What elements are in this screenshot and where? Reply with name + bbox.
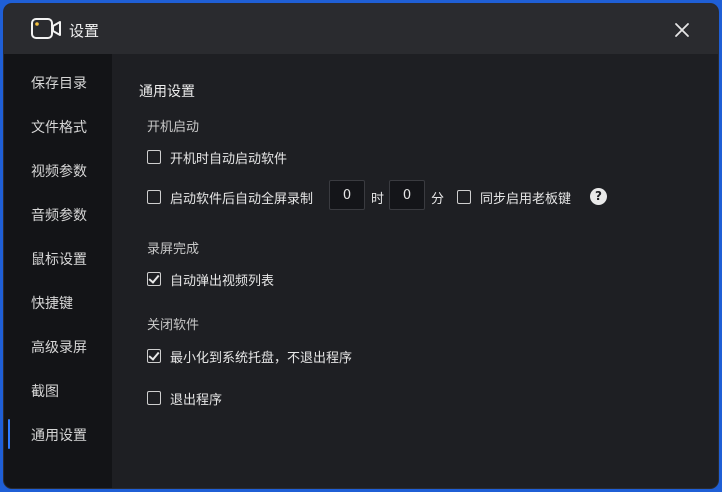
minutes-unit: 分 <box>431 192 445 207</box>
title-bar: 设置 <box>4 4 718 54</box>
autostart-label[interactable]: 开机时自动启动软件 <box>170 148 287 167</box>
help-icon[interactable]: ? <box>590 188 607 205</box>
sidebar-item-label: 快捷键 <box>31 296 73 312</box>
page-title: 通用设置 <box>139 84 195 100</box>
popup-list-checkbox[interactable] <box>147 272 161 286</box>
sidebar-item-label: 保存目录 <box>31 76 87 92</box>
sidebar-item-label: 高级录屏 <box>31 340 87 356</box>
sidebar-item-label: 文件格式 <box>31 120 87 136</box>
fullscreen-record-row: 启动软件后自动全屏录制 0 时 0 分 同步启用老板键 ? <box>147 180 617 210</box>
exit-program-checkbox[interactable] <box>147 391 161 405</box>
sidebar-item-label: 视频参数 <box>31 164 87 180</box>
sidebar-item-label: 通用设置 <box>31 428 87 444</box>
settings-panel: 通用设置 开机启动 开机时自动启动软件 启动软件后自动全屏录制 0 时 0 分 … <box>112 54 718 488</box>
sidebar-item-audio-params[interactable]: 音频参数 <box>4 199 112 229</box>
sidebar-item-save-directory[interactable]: 保存目录 <box>4 67 112 97</box>
section-title-close-software: 关闭软件 <box>147 318 200 333</box>
exit-program-label[interactable]: 退出程序 <box>170 389 222 408</box>
sidebar-item-general-settings[interactable]: 通用设置 <box>4 419 112 449</box>
sidebar-item-advanced-recording[interactable]: 高级录屏 <box>4 331 112 361</box>
close-icon[interactable] <box>672 20 692 40</box>
minimize-tray-label[interactable]: 最小化到系统托盘，不退出程序 <box>170 347 352 366</box>
window-title: 设置 <box>69 22 100 40</box>
sidebar-item-shortcuts[interactable]: 快捷键 <box>4 287 112 317</box>
video-camera-icon <box>31 18 61 39</box>
hours-unit: 时 <box>371 192 385 207</box>
sidebar-item-label: 音频参数 <box>31 208 87 224</box>
minimize-tray-checkbox[interactable] <box>147 349 161 363</box>
boss-key-label[interactable]: 同步启用老板键 <box>480 188 571 207</box>
autostart-checkbox[interactable] <box>147 150 161 164</box>
sidebar: 保存目录 文件格式 视频参数 音频参数 鼠标设置 快捷键 高级录屏 截图 通用设… <box>4 54 112 488</box>
exit-program-row: 退出程序 <box>147 386 447 410</box>
section-title-record-done: 录屏完成 <box>147 242 200 257</box>
section-title-startup: 开机启动 <box>147 120 200 135</box>
fullscreen-record-label[interactable]: 启动软件后自动全屏录制 <box>170 188 313 207</box>
settings-window: 设置 保存目录 文件格式 视频参数 音频参数 鼠标设置 快捷键 高级录屏 截图 … <box>4 4 718 488</box>
sidebar-item-video-params[interactable]: 视频参数 <box>4 155 112 185</box>
hours-input[interactable]: 0 <box>329 180 365 210</box>
sidebar-item-screenshot[interactable]: 截图 <box>4 375 112 405</box>
sidebar-item-mouse-settings[interactable]: 鼠标设置 <box>4 243 112 273</box>
popup-list-label[interactable]: 自动弹出视频列表 <box>170 270 274 289</box>
sidebar-item-label: 截图 <box>31 384 59 400</box>
autostart-row: 开机时自动启动软件 <box>147 145 447 169</box>
sidebar-item-file-format[interactable]: 文件格式 <box>4 111 112 141</box>
sidebar-item-label: 鼠标设置 <box>31 252 87 268</box>
boss-key-checkbox[interactable] <box>457 190 471 204</box>
minimize-tray-row: 最小化到系统托盘，不退出程序 <box>147 344 487 368</box>
popup-list-row: 自动弹出视频列表 <box>147 267 447 291</box>
fullscreen-record-checkbox[interactable] <box>147 190 161 204</box>
minutes-input[interactable]: 0 <box>389 180 425 210</box>
